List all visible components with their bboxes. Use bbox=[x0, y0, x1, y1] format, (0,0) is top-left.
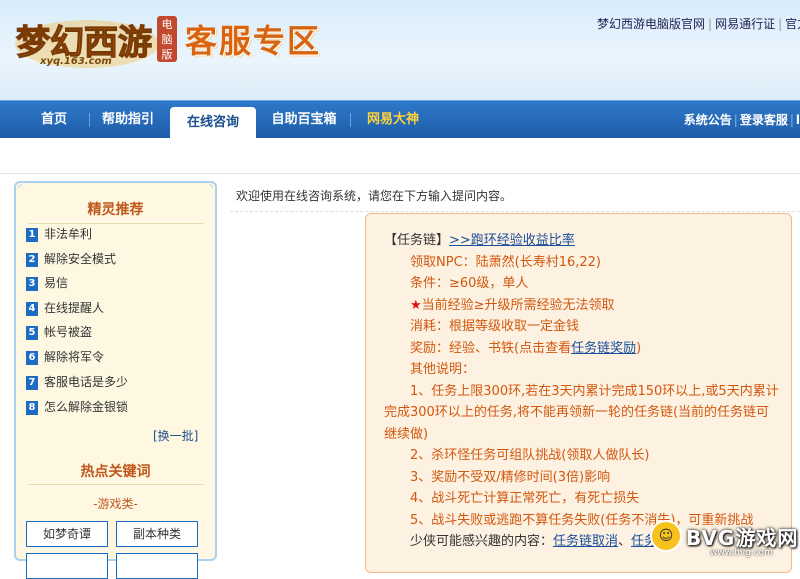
related-sep: 、 bbox=[618, 534, 632, 549]
welcome-message: 欢迎使用在线咨询系统，请您在下方输入提问内容。 bbox=[236, 189, 513, 203]
keyword-button[interactable] bbox=[26, 553, 108, 579]
reward-suffix: ) bbox=[636, 340, 642, 356]
npc-line: 领取NPC：陆萧然(长寿村16,22) bbox=[410, 254, 602, 270]
watermark-url: www.bvg.com bbox=[710, 548, 773, 558]
divider bbox=[230, 211, 800, 212]
logo-domain: xyq.163.com bbox=[40, 56, 112, 67]
note-item: 4、战斗死亡计算正常死亡，有死亡损失 bbox=[410, 491, 640, 506]
site-watermark: ☺ BVG游戏网 www.bvg.com bbox=[650, 518, 800, 561]
nav-self-service[interactable]: 自助百宝箱 bbox=[262, 101, 346, 139]
item-number: 3 bbox=[26, 276, 38, 291]
page-title: 客服专区 bbox=[185, 22, 322, 60]
item-number: 8 bbox=[26, 400, 38, 415]
nav-divider bbox=[89, 113, 90, 127]
item-number: 2 bbox=[26, 252, 38, 267]
recommend-item[interactable]: 7 客服电话是多少 bbox=[26, 372, 128, 392]
watermark-text: BVG游戏网 bbox=[686, 526, 799, 550]
reward-text: 奖励：经验、书铁(点击查看 bbox=[410, 340, 572, 356]
recommend-title: 精灵推荐 bbox=[87, 202, 144, 218]
exp-ratio-link[interactable]: >>跑环经验收益比率 bbox=[449, 233, 575, 248]
related-link[interactable]: 任务链取消 bbox=[553, 534, 618, 549]
keyword-button[interactable]: 副本种类 bbox=[116, 521, 198, 547]
recommend-item[interactable]: 4 在线提醒人 bbox=[26, 298, 104, 318]
link-divider: | bbox=[708, 17, 713, 31]
warning-text: 当前经验≥升级所需经验无法领取 bbox=[421, 297, 615, 313]
sub-bar bbox=[0, 138, 800, 174]
recommend-item[interactable]: 1 非法牟利 bbox=[26, 224, 92, 244]
item-label: 解除安全模式 bbox=[44, 252, 117, 266]
refresh-button[interactable]: [换一批] bbox=[153, 427, 198, 444]
notes-title: 其他说明： bbox=[410, 362, 476, 377]
item-label: 客服电话是多少 bbox=[44, 375, 129, 389]
robot-icon: ☺ bbox=[650, 520, 682, 552]
note-item: 1、任务上限300环,若在3天内累计完成150环以上,或5天内累计完成300环以… bbox=[384, 383, 779, 442]
official-link[interactable]: 官方 bbox=[785, 17, 800, 31]
corner-ornament: ◜ bbox=[18, 183, 22, 194]
recommend-item[interactable]: 6 解除将军令 bbox=[26, 347, 104, 367]
sidebar: ◜ ◝ 精灵推荐 1 非法牟利 2 解除安全模式 3 易信 4 在线提醒人 5 帐号被盗 … bbox=[14, 181, 217, 579]
item-label: 在线提醒人 bbox=[44, 301, 105, 315]
nav-netease-dashen[interactable]: 网易大神 bbox=[356, 101, 430, 139]
system-notice-link[interactable]: 系统公告 bbox=[684, 113, 732, 127]
nav-divider: | bbox=[733, 113, 738, 127]
condition-line: 条件：≥60级，单人 bbox=[410, 276, 529, 291]
login-service-link[interactable]: 登录客服 bbox=[740, 113, 788, 127]
top-links: 梦幻西游电脑版官网|网易通行证|官方 bbox=[597, 15, 800, 32]
nav-home[interactable]: 首页 bbox=[22, 101, 86, 139]
nav-divider bbox=[350, 113, 351, 127]
related-label: 少侠可能感兴趣的内容： bbox=[410, 534, 554, 549]
nav-right-links: 系统公告 | 登录客服 | l bbox=[684, 101, 800, 139]
nav-right-extra[interactable]: l bbox=[796, 113, 800, 127]
divider bbox=[28, 484, 204, 485]
recommend-item[interactable]: 5 帐号被盗 bbox=[26, 322, 92, 342]
note-item: 3、奖励不受双/精修时间(3倍)影响 bbox=[410, 469, 611, 485]
reward-link[interactable]: 任务链奖励 bbox=[571, 341, 636, 356]
item-label: 非法牟利 bbox=[44, 227, 93, 241]
pc-version-badge: 电脑版 bbox=[157, 16, 177, 62]
item-label: 怎么解除金银锁 bbox=[44, 400, 129, 414]
passport-link[interactable]: 网易通行证 bbox=[715, 17, 775, 31]
reward-line: 奖励：经验、书铁(点击查看任务链奖励) bbox=[384, 338, 781, 360]
item-number: 5 bbox=[26, 325, 38, 340]
site-header: 梦幻西游 xyq.163.com 电脑版 客服专区 梦幻西游电脑版官网 | 网易通行… bbox=[0, 0, 800, 100]
official-site-link[interactable]: 梦幻西游电脑版官网 bbox=[597, 17, 705, 31]
nav-help[interactable]: 帮助指引 bbox=[92, 101, 164, 139]
item-number: 1 bbox=[26, 227, 38, 242]
item-number: 4 bbox=[26, 301, 38, 316]
corner-ornament: ◝ bbox=[209, 183, 213, 194]
exp-warning-line: ★当前经验≥升级所需经验无法领取 bbox=[384, 295, 781, 317]
nav-divider: | bbox=[789, 113, 794, 127]
star-icon: ★ bbox=[410, 297, 422, 313]
category-label: -游戏类- bbox=[93, 497, 138, 511]
hot-keywords-title: 热点关键词 bbox=[80, 464, 151, 480]
keyword-button[interactable] bbox=[116, 553, 198, 579]
item-number: 7 bbox=[26, 375, 38, 390]
item-label: 易信 bbox=[44, 276, 69, 290]
item-number: 6 bbox=[26, 350, 38, 365]
note-item: 2、杀环怪任务可组队挑战(领取人做队长) bbox=[410, 448, 650, 463]
recommend-item[interactable]: 8 怎么解除金银锁 bbox=[26, 397, 128, 417]
link-divider: | bbox=[778, 17, 783, 31]
nav-online-consult[interactable]: 在线咨询 bbox=[170, 107, 256, 139]
recommend-item[interactable]: 3 易信 bbox=[26, 273, 68, 293]
main-nav: 首页 帮助指引 在线咨询 自助百宝箱 网易大神 系统公告 | 登录客服 | l bbox=[0, 100, 800, 139]
item-label: 帐号被盗 bbox=[44, 325, 93, 339]
item-label: 解除将军令 bbox=[44, 350, 105, 364]
cost-line: 消耗：根据等级收取一定金钱 bbox=[410, 319, 580, 334]
keyword-button[interactable]: 如梦奇谭 bbox=[26, 521, 108, 547]
recommend-item[interactable]: 2 解除安全模式 bbox=[26, 249, 116, 269]
answer-heading: 【任务链】 bbox=[384, 233, 450, 248]
